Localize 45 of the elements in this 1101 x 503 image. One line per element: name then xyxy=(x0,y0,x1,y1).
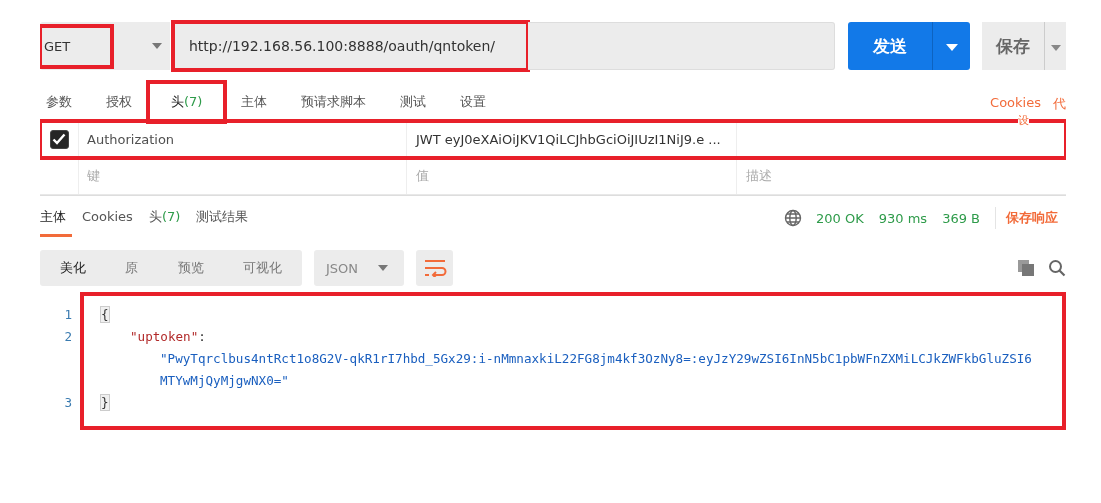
json-string: MTYwMjQyMjgwNX0=" xyxy=(160,373,289,388)
send-menu-button[interactable] xyxy=(932,22,970,70)
view-mode-tab[interactable]: 预览 xyxy=(171,255,210,281)
request-tab[interactable]: 预请求脚本 xyxy=(284,83,384,121)
caret-icon xyxy=(945,43,958,51)
request-tab[interactable]: 主体 xyxy=(224,83,285,121)
request-tab[interactable]: 授权 xyxy=(89,83,149,121)
wrap-lines-button[interactable] xyxy=(416,250,453,286)
view-mode-tab[interactable]: 可视化 xyxy=(237,255,289,281)
json-colon: : xyxy=(198,329,206,344)
search-icon[interactable] xyxy=(1048,259,1066,277)
view-mode-tab[interactable]: 原 xyxy=(119,255,145,281)
response-size: 369 B xyxy=(942,210,980,226)
response-tab[interactable]: 测试结果 xyxy=(190,199,255,237)
json-string: "PwyTqrclbus4ntRct1o8G2V-qkR1rI7hbd_5Gx29:i-nMmnaxkiL22FG8jm4kf3OzNy8=:eyJzY29wZSI6InN5bC1pbWFnZXMiLCJkZWFkbGluZSI6 xyxy=(160,351,1032,366)
save-menu-button[interactable] xyxy=(1044,22,1066,70)
line-number: 3 xyxy=(63,394,73,412)
checkbox[interactable] xyxy=(49,129,69,149)
caret-icon xyxy=(1051,44,1061,51)
caret-icon xyxy=(152,43,162,49)
request-tab[interactable]: 参数 xyxy=(40,83,89,121)
status-code: 200 OK xyxy=(816,210,864,226)
response-time: 930 ms xyxy=(878,210,928,226)
response-tab[interactable]: Cookies xyxy=(76,199,139,237)
json-brace: { xyxy=(100,306,110,323)
response-tab[interactable]: 主体 xyxy=(40,199,72,237)
method-dropdown[interactable]: GET xyxy=(40,22,170,70)
save-button[interactable]: 保存 xyxy=(982,22,1044,70)
line-number: 1 xyxy=(63,306,73,324)
request-tab[interactable]: 头(7) xyxy=(149,83,225,121)
json-key: "uptoken" xyxy=(130,329,199,344)
globe-icon[interactable] xyxy=(784,209,803,227)
request-tab[interactable]: 测试 xyxy=(383,83,444,121)
send-button[interactable]: 发送 xyxy=(848,22,932,70)
response-tab[interactable]: 头(7) xyxy=(142,199,187,237)
url-field[interactable]: http://192.168.56.100:8888/oauth/qntoken/ xyxy=(173,22,528,70)
line-number: 2 xyxy=(63,328,73,346)
header-value: JWT eyJ0eXAiOiJKV1QiLCJhbGciOiJIUzI1NiJ9.e ... xyxy=(416,131,721,147)
header-key: Authorization xyxy=(87,131,175,147)
wrap-icon xyxy=(422,259,447,277)
caret-icon xyxy=(378,265,388,271)
view-mode-tab[interactable]: 美化 xyxy=(53,255,92,281)
copy-icon[interactable] xyxy=(1017,259,1035,277)
request-tab[interactable]: 设置 xyxy=(443,83,504,121)
json-brace: } xyxy=(100,394,110,411)
